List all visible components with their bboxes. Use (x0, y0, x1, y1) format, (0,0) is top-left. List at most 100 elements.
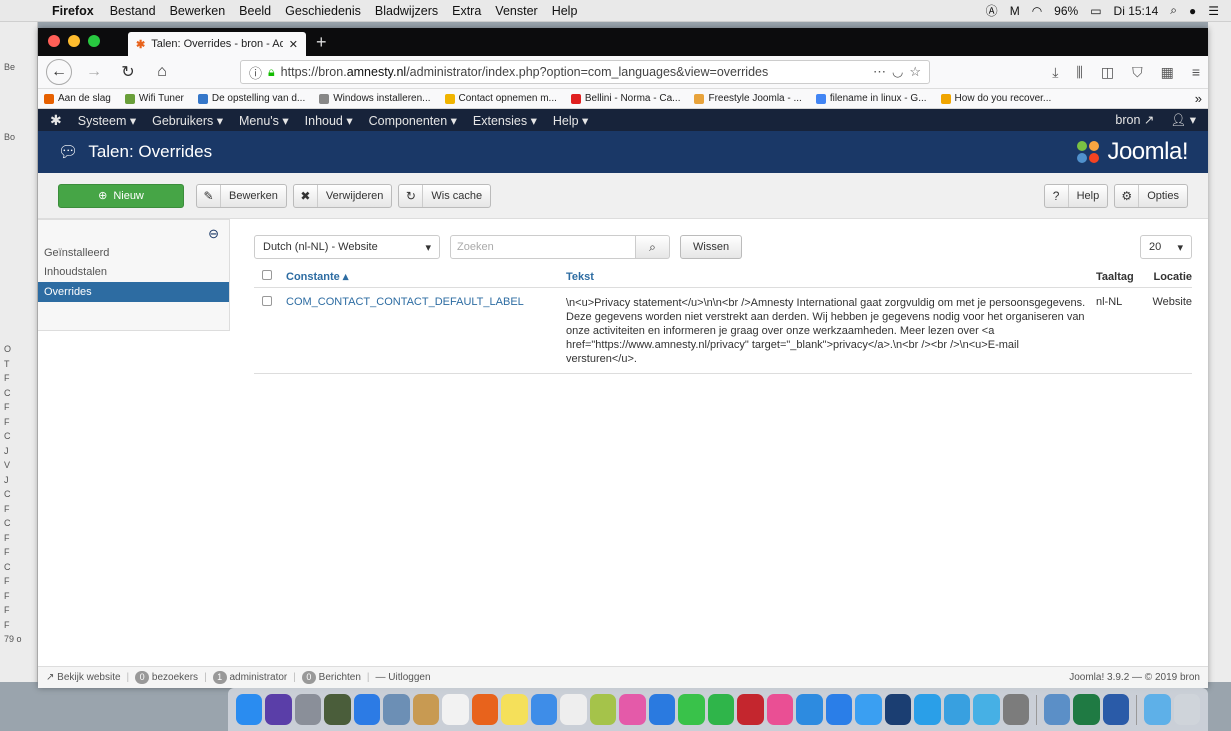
new-button[interactable]: ⊕ Nieuw (58, 183, 184, 208)
bookmark-2[interactable]: De opstelling van d... (197, 93, 305, 104)
edit-button[interactable]: ✎ Bewerken (196, 183, 287, 208)
gmail-icon[interactable]: M (1010, 4, 1020, 18)
extension-icon[interactable]: ▦ (1161, 64, 1174, 81)
zoom-window-icon[interactable] (88, 35, 100, 47)
nav-help[interactable]: Help ▾ (553, 113, 588, 128)
battery-icon[interactable]: ▭ (1090, 4, 1101, 18)
clock[interactable]: Di 15:14 (1114, 4, 1159, 18)
scanner-icon[interactable] (1043, 694, 1071, 725)
sidebar-toggle-icon[interactable]: ◫ (1101, 64, 1114, 81)
nav-gebruikers[interactable]: Gebruikers ▾ (152, 113, 223, 128)
menubar-item-bladwijzers[interactable]: Bladwijzers (375, 4, 438, 18)
accessibility-icon[interactable]: Ⓐ (986, 2, 998, 19)
bookmark-0[interactable]: Aan de slag (44, 93, 111, 104)
site-link[interactable]: bron ↗ (1115, 112, 1154, 128)
bookmark-5[interactable]: Bellini - Norma - Ca... (570, 93, 680, 104)
library-icon[interactable]: ⫼ (1076, 64, 1082, 81)
preview-icon[interactable] (383, 694, 410, 725)
menubar-item-extra[interactable]: Extra (452, 4, 481, 18)
sidebar-collapse-icon[interactable]: ⊖ (208, 226, 219, 242)
facetime-icon[interactable] (707, 694, 735, 725)
nav-inhoud[interactable]: Inhoud ▾ (305, 113, 353, 128)
bookmark-1[interactable]: Wifi Tuner (124, 93, 184, 104)
skype-icon[interactable] (914, 694, 941, 725)
vpn-icon[interactable] (648, 694, 676, 725)
menu-icon[interactable]: ≡ (1192, 64, 1200, 81)
folder-icon[interactable] (1144, 694, 1171, 725)
override-constant-link[interactable]: COM_CONTACT_CONTACT_DEFAULT_LABEL (286, 296, 566, 373)
music-icon[interactable] (766, 694, 794, 725)
firefox-icon[interactable] (471, 694, 499, 725)
mindnode-icon[interactable] (973, 694, 1000, 725)
search-input[interactable] (450, 235, 636, 259)
clear-cache-button[interactable]: ↻ Wis cache (398, 183, 492, 208)
browser-tab[interactable]: ✱ Talen: Overrides - bron - Admin ✕ (128, 32, 306, 56)
excel-icon[interactable] (1073, 694, 1100, 725)
word-icon[interactable] (1102, 694, 1130, 725)
row-checkbox[interactable] (254, 296, 286, 373)
bookmark-6[interactable]: Freestyle Joomla - ... (694, 93, 802, 104)
siri-menubar-icon[interactable]: ● (1189, 4, 1196, 18)
close-tab-icon[interactable]: ✕ (289, 38, 298, 51)
system-preferences-icon[interactable] (1002, 694, 1030, 725)
close-window-icon[interactable] (48, 35, 60, 47)
back-button[interactable]: ← (46, 59, 72, 85)
bookmarks-overflow-icon[interactable]: » (1195, 91, 1202, 106)
options-button[interactable]: ⚙ Opties (1114, 183, 1188, 208)
spotlight-icon[interactable]: ⌕ (1170, 3, 1177, 18)
url-text[interactable]: https://bron.amnesty.nl/administrator/in… (281, 65, 867, 79)
itunes-icon[interactable] (619, 694, 646, 725)
forward-button[interactable]: → (82, 63, 106, 81)
column-header-constant[interactable]: Constante ▴ (286, 270, 566, 283)
clear-button[interactable]: Wissen (680, 235, 743, 259)
extension-shield-icon[interactable]: ⛉ (1132, 64, 1143, 81)
language-select[interactable]: Dutch (nl-NL) - Website ▾ (254, 235, 440, 259)
help-button[interactable]: ? Help (1043, 183, 1109, 208)
column-header-text[interactable]: Tekst (566, 270, 1096, 284)
lock-icon[interactable]: 🔒︎ (268, 65, 275, 80)
siri-icon[interactable] (265, 694, 292, 725)
view-site-link[interactable]: ↗ Bekijk website (46, 672, 121, 683)
pages-icon[interactable] (530, 694, 558, 725)
network-icon[interactable] (796, 694, 823, 725)
launchpad-icon[interactable] (294, 694, 322, 725)
notification-center-icon[interactable]: ☰ (1208, 4, 1219, 18)
list-limit-select[interactable]: 20 ▾ (1140, 235, 1192, 259)
url-bar[interactable]: ⓘ 🔒︎ https://bron.amnesty.nl/administrat… (240, 60, 930, 84)
minimize-window-icon[interactable] (68, 35, 80, 47)
battery-percentage[interactable]: 96% (1054, 4, 1078, 18)
appstore-icon[interactable] (825, 694, 853, 725)
page-actions-icon[interactable]: ⋯ (873, 64, 886, 80)
messages-icon[interactable] (678, 694, 705, 725)
notes-icon[interactable] (412, 694, 440, 725)
bookmark-4[interactable]: Contact opnemen m... (444, 93, 557, 104)
sidebar-item-overrides[interactable]: Overrides (38, 282, 229, 302)
safari-icon[interactable] (353, 694, 381, 725)
info-icon[interactable]: ⓘ (249, 63, 262, 82)
bookmark-3[interactable]: Windows installeren... (319, 93, 431, 104)
download-icon[interactable]: ⤓ (1052, 64, 1058, 81)
wifi-icon[interactable]: ◠ (1032, 4, 1042, 18)
shield-app-icon[interactable] (943, 694, 971, 725)
mission-control-icon[interactable] (324, 694, 351, 725)
logout-link[interactable]: — Uitloggen (376, 672, 431, 683)
filezilla-icon[interactable] (737, 694, 764, 725)
new-tab-icon[interactable]: + (316, 32, 327, 53)
joomla-logo-icon[interactable]: ✱ (50, 112, 62, 129)
menubar-item-beeld[interactable]: Beeld (239, 4, 271, 18)
terminal-icon[interactable] (884, 694, 912, 725)
bookmark-7[interactable]: filename in linux - G... (815, 93, 927, 104)
messages-link[interactable]: 0 Berichten (301, 671, 361, 684)
bookmark-star-icon[interactable]: ☆ (909, 64, 921, 80)
finder-icon[interactable] (236, 694, 263, 725)
delete-button[interactable]: ✖ Verwijderen (292, 183, 393, 208)
nav-menus[interactable]: Menu's ▾ (239, 113, 289, 128)
menubar-item-bewerken[interactable]: Bewerken (170, 4, 226, 18)
nav-extensies[interactable]: Extensies ▾ (473, 113, 537, 128)
sidebar-item-installed[interactable]: Geïnstalleerd (38, 243, 229, 263)
search-button[interactable]: ⌕ (636, 235, 670, 259)
calendar-icon[interactable] (442, 694, 469, 725)
menubar-item-bestand[interactable]: Bestand (110, 4, 156, 18)
pocket-icon[interactable]: ◡ (892, 64, 903, 80)
reload-icon[interactable]: ↻ (116, 62, 140, 82)
